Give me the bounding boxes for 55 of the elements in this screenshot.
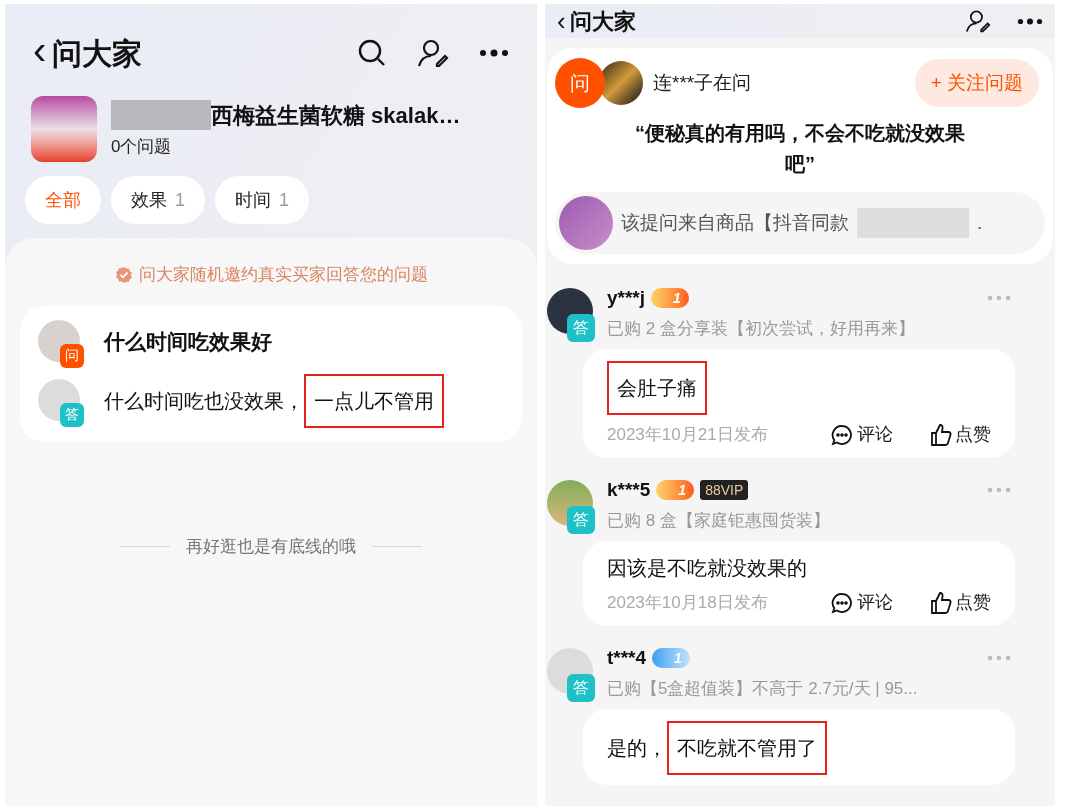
product-thumbnail: [559, 196, 613, 250]
user-name: t***4: [607, 646, 647, 670]
notice-text: 问大家随机邀约真实买家回答您的问题: [138, 264, 428, 286]
level-badge: 1: [651, 288, 689, 309]
question-text: 什么时间吃效果好: [104, 328, 272, 355]
post-date: 2023年10月21日发布: [607, 423, 768, 446]
answer-badge: 答: [567, 674, 595, 702]
user-edit-icon[interactable]: [965, 9, 991, 33]
filter-chip[interactable]: 时间 1: [215, 176, 310, 224]
purchase-info: 已购 2 盒分享装【初次尝试，好用再来】: [607, 317, 916, 340]
source-product-link[interactable]: 该提问来自商品【抖音同款 .: [555, 192, 1045, 254]
answer-badge: 答: [567, 506, 595, 534]
question-count: 0个问题: [111, 135, 173, 158]
answer-badge: 答: [567, 314, 595, 342]
product-title[interactable]: 西梅益生菌软糖 skalak…: [211, 98, 461, 132]
answer-text: 因该是不吃就没效果的: [607, 556, 807, 581]
like-button[interactable]: 点赞: [929, 421, 991, 448]
highlighted-text: 会肚子痛: [607, 361, 707, 415]
more-icon[interactable]: [1017, 17, 1043, 25]
thumbs-up-icon: [929, 422, 953, 447]
verified-badge-icon: [114, 265, 133, 284]
end-of-list-text: 再好逛也是有底线的哦: [186, 535, 356, 558]
thumbs-up-icon: [929, 590, 953, 615]
page-title: 问大家: [569, 7, 636, 36]
question-text: “便秘真的有用吗，不会不吃就没效果吧”: [634, 121, 966, 177]
highlighted-text: 一点儿不管用: [304, 373, 444, 428]
page-title: 问大家: [52, 35, 143, 72]
comment-icon: [831, 423, 853, 446]
answer-text: 什么时间吃也没效果，: [104, 388, 304, 414]
level-badge: 1: [652, 648, 690, 669]
filter-chip[interactable]: 效果 1: [111, 176, 205, 224]
role-badge: 答: [60, 402, 84, 427]
product-thumbnail[interactable]: [31, 96, 97, 162]
question-badge: 问: [555, 58, 605, 108]
vip-badge: 88VIP: [700, 480, 749, 501]
asker-name: 连***子在问: [653, 70, 752, 95]
highlighted-text: 不吃就不管用了: [667, 721, 827, 775]
comment-button[interactable]: 评论: [831, 589, 893, 616]
back-button[interactable]: ‹: [33, 30, 47, 70]
user-edit-icon[interactable]: [417, 38, 449, 68]
like-button[interactable]: 点赞: [929, 589, 991, 616]
user-name: k***5: [607, 478, 651, 502]
more-icon[interactable]: [479, 49, 509, 57]
level-badge: 1: [656, 480, 695, 501]
comment-icon: [831, 591, 853, 614]
qa-card[interactable]: 问 什么时间吃效果好 答 什么时间吃也没效果， 一点儿不管用: [20, 305, 522, 442]
user-name: y***j: [607, 286, 646, 310]
back-button[interactable]: ‹: [557, 8, 566, 34]
answer-text: 是的，: [607, 736, 667, 761]
purchase-info: 已购【5盒超值装】不高于 2.7元/天 | 95...: [607, 677, 919, 700]
purchase-info: 已购 8 盒【家庭钜惠囤货装】: [607, 509, 831, 532]
search-icon[interactable]: [357, 38, 387, 68]
post-date: 2023年10月18日发布: [607, 591, 768, 614]
comment-button[interactable]: 评论: [831, 421, 893, 448]
role-badge: 问: [60, 343, 84, 368]
